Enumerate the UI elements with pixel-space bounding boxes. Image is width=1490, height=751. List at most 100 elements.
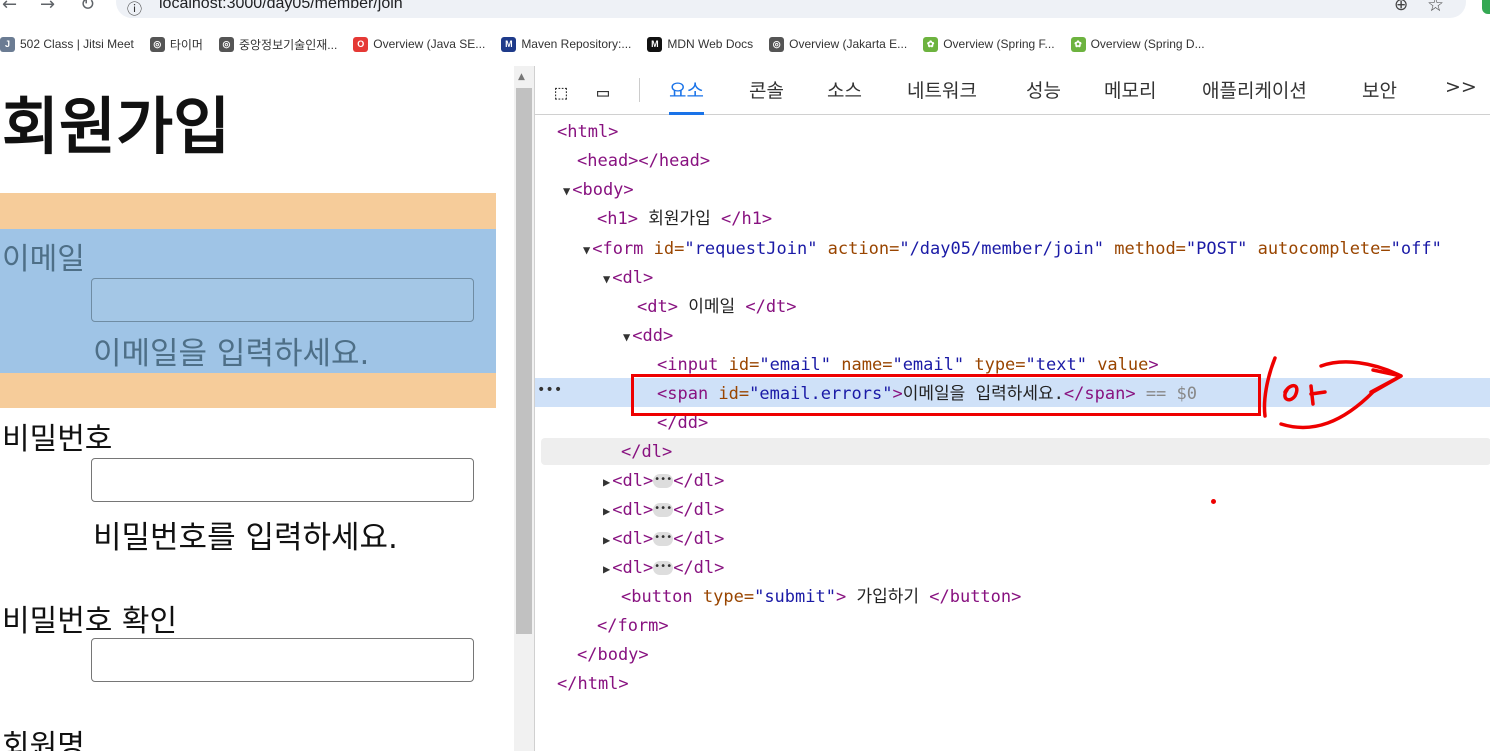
dom-text: 이메일 — [677, 297, 746, 317]
password-input[interactable] — [91, 458, 474, 502]
tab-console[interactable]: 콘솔 — [749, 76, 784, 112]
dom-tag: <dl> — [612, 268, 654, 288]
devtools-panel: ⬚ ▭ 요소 콘솔 소스 네트워크 성능 메모리 애플리케이션 보안 >> ••… — [534, 66, 1490, 751]
scrollbar-thumb[interactable] — [516, 88, 532, 634]
more-tabs-icon[interactable]: >> — [1445, 76, 1477, 112]
dom-node-dl-close[interactable]: </dl> — [621, 439, 672, 465]
dom-tag: </h1> — [720, 209, 773, 229]
bookmark-item[interactable]: ◎ Overview (Jakarta E... — [769, 36, 908, 52]
dom-tag: <dl> — [612, 471, 654, 491]
dom-node-dl-collapsed[interactable]: ▶ <dl>•••</dl> — [603, 468, 724, 494]
bookmark-item[interactable]: ◎ 타이머 — [149, 36, 203, 53]
expand-arrow-icon[interactable]: ▼ — [563, 184, 570, 198]
collapse-arrow-icon[interactable]: ▶ — [603, 504, 610, 518]
tab-memory[interactable]: 메모리 — [1104, 76, 1156, 112]
dom-attr: id= — [718, 355, 760, 375]
expand-arrow-icon[interactable]: ▼ — [603, 272, 610, 286]
bookmark-label: Overview (Jakarta E... — [789, 37, 908, 51]
dom-tag: </dl> — [673, 529, 725, 549]
bookmark-label: Overview (Spring D... — [1090, 37, 1205, 51]
dom-node-h1[interactable]: <h1> 회원가입 </h1> — [597, 206, 772, 232]
zoom-icon[interactable]: ⊕ — [1394, 0, 1408, 15]
dl-margin-overlay-bottom — [0, 373, 496, 408]
dom-tag: > — [835, 587, 847, 607]
device-toolbar-icon[interactable]: ▭ — [597, 80, 609, 104]
dom-node-dd[interactable]: ▼ <dd> — [623, 323, 673, 349]
expand-arrow-icon[interactable]: ▼ — [623, 330, 630, 344]
hovered-node-row — [541, 438, 1490, 465]
bookmark-item[interactable]: ✿ Overview (Spring F... — [923, 36, 1055, 52]
divider — [639, 78, 640, 102]
bookmark-item[interactable]: ◎ 중앙정보기술인재... — [218, 36, 338, 53]
globe-icon: ◎ — [218, 36, 234, 52]
bookmark-label: 중앙정보기술인재... — [238, 37, 338, 52]
back-icon[interactable]: ← — [2, 0, 17, 15]
dom-val: "text" — [1025, 355, 1087, 375]
ellipsis-icon[interactable]: ••• — [653, 474, 674, 488]
dom-node-dl-collapsed[interactable]: ▶ <dl>•••</dl> — [603, 555, 724, 581]
dom-node-form-close[interactable]: </form> — [597, 613, 669, 639]
profile-avatar[interactable] — [1482, 0, 1490, 14]
info-icon[interactable]: ⓘ — [127, 0, 142, 19]
dl-margin-overlay-top — [0, 193, 496, 229]
dom-tag: > — [1148, 355, 1159, 375]
tab-network[interactable]: 네트워크 — [907, 76, 977, 112]
dom-node-html-close[interactable]: </html> — [557, 671, 629, 697]
globe-icon: ◎ — [149, 36, 165, 52]
tab-elements[interactable]: 요소 — [669, 76, 704, 115]
bookmark-label: 타이머 — [169, 37, 203, 52]
dom-node-button[interactable]: <button type="submit"> 가입하기 </button> — [621, 584, 1021, 610]
dom-tag: </dl> — [673, 471, 725, 491]
scroll-up-icon[interactable]: ▲ — [518, 72, 525, 82]
collapse-arrow-icon[interactable]: ▶ — [603, 533, 610, 547]
collapse-arrow-icon[interactable]: ▶ — [603, 475, 610, 489]
dom-val: "email" — [759, 355, 832, 375]
dom-node-dt[interactable]: <dt> 이메일 </dt> — [637, 294, 797, 320]
dom-tag: <input — [657, 355, 719, 375]
bookmark-item[interactable]: O Overview (Java SE... — [353, 36, 486, 52]
dom-tag: </button> — [929, 587, 1022, 607]
dom-node-dl-collapsed[interactable]: ▶ <dl>•••</dl> — [603, 497, 724, 523]
bookmark-item[interactable]: ✿ Overview (Spring D... — [1070, 36, 1205, 52]
tab-application[interactable]: 애플리케이션 — [1202, 76, 1307, 112]
dom-val: "requestJoin" — [684, 239, 818, 259]
bookmark-item[interactable]: J 502 Class | Jitsi Meet — [0, 36, 134, 52]
bookmark-item[interactable]: M MDN Web Docs — [647, 36, 753, 52]
expand-arrow-icon[interactable]: ▼ — [583, 243, 590, 257]
dom-attr: type= — [964, 355, 1026, 375]
dom-tag: <form — [592, 239, 644, 259]
dom-node-head[interactable]: <head></head> — [577, 148, 710, 174]
dom-tag: <dt> — [637, 297, 678, 317]
tab-performance[interactable]: 성능 — [1026, 76, 1061, 112]
mdn-icon: M — [647, 36, 663, 52]
dom-attr: id= — [643, 239, 685, 259]
email-input[interactable] — [91, 278, 474, 322]
bookmark-item[interactable]: M Maven Repository:... — [501, 36, 632, 52]
red-dot-mark — [1211, 499, 1216, 504]
tab-sources[interactable]: 소스 — [827, 76, 862, 112]
bookmarks-bar: J 502 Class | Jitsi Meet ◎ 타이머 ◎ 중앙정보기술인재... O… — [0, 30, 1490, 58]
dom-node-html[interactable]: <html> — [557, 119, 618, 145]
dom-node-body[interactable]: ▼ <body> — [563, 177, 634, 203]
red-highlight-box — [631, 374, 1261, 416]
dom-attr: method= — [1104, 239, 1186, 259]
tab-security[interactable]: 보안 — [1362, 76, 1397, 112]
ellipsis-icon[interactable]: ••• — [653, 532, 674, 546]
bookmark-star-icon[interactable]: ☆ — [1427, 0, 1444, 16]
node-actions-icon[interactable]: ••• — [537, 382, 562, 398]
dom-tag: <html> — [557, 122, 619, 142]
forward-icon[interactable]: → — [40, 0, 55, 15]
dom-node-dl[interactable]: ▼ <dl> — [603, 265, 653, 291]
ellipsis-icon[interactable]: ••• — [653, 561, 674, 575]
dom-node-dl-collapsed[interactable]: ▶ <dl>•••</dl> — [603, 526, 724, 552]
bookmark-label: Overview (Java SE... — [373, 37, 486, 51]
dom-node-form[interactable]: ▼ <form id="requestJoin" action="/day05/m… — [583, 236, 1442, 262]
ellipsis-icon[interactable]: ••• — [653, 503, 674, 517]
bookmark-label: Maven Repository:... — [521, 37, 632, 51]
dom-node-body-close[interactable]: </body> — [577, 642, 649, 668]
password-confirm-input[interactable] — [91, 638, 474, 682]
reload-icon[interactable]: ↻ — [80, 0, 95, 15]
collapse-arrow-icon[interactable]: ▶ — [603, 562, 610, 576]
inspect-element-icon[interactable]: ⬚ — [555, 80, 567, 104]
url-text[interactable]: localhost:3000/day05/member/join — [159, 0, 403, 13]
